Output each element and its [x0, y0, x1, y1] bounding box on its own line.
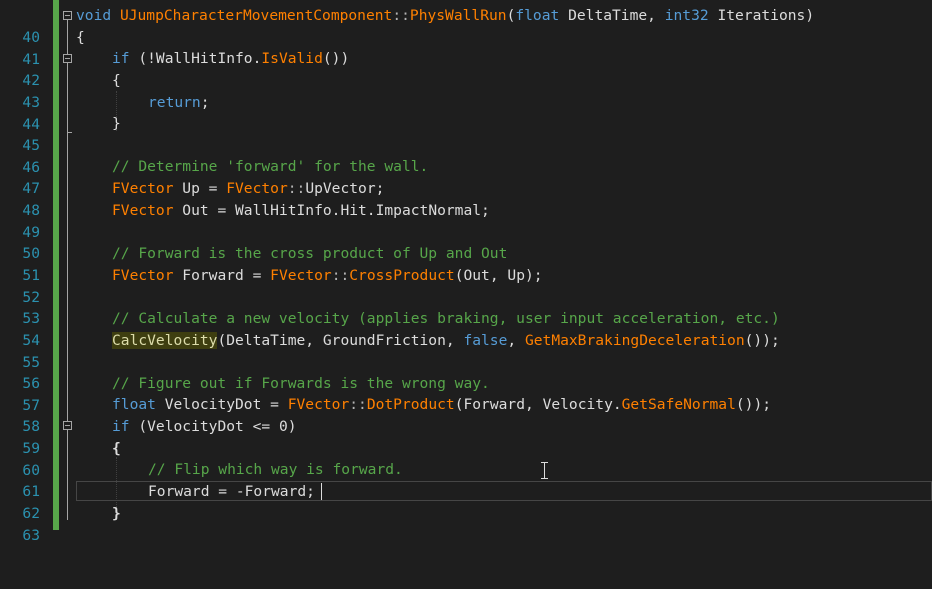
code-line-59: 59 if (VelocityDot <= 0): [0, 416, 932, 457]
code-line-51: 51 // Forward is the cross product of Up…: [0, 243, 932, 284]
code-line-61: 61 // Flip which way is forward.: [0, 459, 932, 500]
token-type: FVector: [112, 267, 174, 284]
token-text: VelocityDot =: [155, 396, 288, 413]
token-keyword: if: [112, 418, 130, 435]
code-line-63: 63 }: [0, 503, 932, 544]
token-text: UpVector;: [305, 180, 385, 197]
line-number: 63: [22, 526, 40, 544]
token-comment: // Flip which way is forward.: [148, 461, 403, 478]
code-line-53: 53: [0, 286, 932, 327]
code-line-45: 45 }: [0, 113, 932, 154]
token-type: FVector: [226, 180, 288, 197]
token-function-name: PhysWallRun: [409, 7, 507, 24]
token-text: ,: [507, 332, 525, 349]
token-text: Up =: [173, 180, 227, 197]
token-brace: }: [112, 505, 121, 522]
code-line-46: 46: [0, 135, 932, 176]
token-brace: {: [76, 29, 85, 46]
token-function-name: IsValid: [261, 50, 323, 67]
token-type: FVector: [112, 202, 174, 219]
text-caret: [321, 483, 322, 500]
token-keyword: float: [112, 396, 156, 413]
token-type: FVector: [270, 267, 332, 284]
token-brace: {: [112, 440, 121, 457]
token-keyword: false: [463, 332, 508, 349]
code-line-43: 43 {: [0, 70, 932, 111]
token-comment: // Forward is the cross product of Up an…: [112, 245, 508, 262]
code-line-44: 44 return;: [0, 92, 932, 133]
token-text: ;: [200, 94, 210, 111]
token-text: Iterations): [708, 7, 815, 24]
token-function-name: CrossProduct: [349, 267, 455, 284]
code-line-49: 49 FVector Out = WallHitInfo.Hit.ImpactN…: [0, 200, 932, 241]
token-scope-operator: ::: [287, 180, 306, 197]
code-line-60: 60 {: [0, 438, 932, 479]
token-class-name: UJumpCharacterMovementComponent: [119, 7, 393, 24]
code-line-58: 58 float VelocityDot = FVector::DotProdu…: [0, 394, 932, 435]
token-type: FVector: [287, 396, 350, 413]
token-scope-operator: ::: [392, 7, 410, 24]
token-comment: // Determine 'forward' for the wall.: [112, 158, 429, 175]
token-text: (Out, Up);: [454, 267, 543, 284]
token-text: Forward = -Forward;: [148, 483, 315, 500]
token-comment: // Figure out if Forwards is the wrong w…: [112, 375, 490, 392]
token-text: (Forward, Velocity.: [454, 396, 622, 413]
token-scope-operator: ::: [331, 267, 350, 284]
code-line-52: 52 FVector Forward = FVector::CrossProdu…: [0, 265, 932, 306]
token-scope-operator: ::: [349, 396, 367, 413]
code-line-56: 56: [0, 351, 932, 392]
code-line-41: 41 {: [0, 27, 932, 68]
code-line-54: 54 // Calculate a new velocity (applies …: [0, 308, 932, 349]
token-function-name: GetSafeNormal: [621, 396, 736, 413]
token-function-name: GetMaxBrakingDeceleration: [524, 332, 745, 349]
ibeam-cursor-icon: [540, 462, 549, 479]
token-brace: {: [112, 72, 121, 89]
code-line-42: 42 if (!WallHitInfo.IsValid()): [0, 48, 932, 89]
token-text: ());: [744, 332, 780, 349]
token-text: (DeltaTime, GroundFriction,: [217, 332, 464, 349]
token-text: (!WallHitInfo.: [129, 50, 262, 67]
code-line-55: 55 CalcVelocity(DeltaTime, GroundFrictio…: [0, 330, 932, 371]
code-line-62[interactable]: 62 Forward = -Forward;: [0, 481, 932, 522]
token-type: FVector: [112, 180, 174, 197]
token-function-name: DotProduct: [366, 396, 455, 413]
code-line-47: 47 // Determine 'forward' for the wall.: [0, 156, 932, 197]
token-text: (VelocityDot <= 0): [129, 418, 297, 435]
token-text: Forward =: [173, 267, 271, 284]
token-keyword: int32: [664, 7, 709, 24]
token-keyword: float: [515, 7, 560, 24]
code-line-40: 40 void UJumpCharacterMovementComponent:…: [0, 5, 932, 46]
code-editor[interactable]: 40 void UJumpCharacterMovementComponent:…: [0, 0, 932, 544]
token-keyword: void: [76, 7, 112, 24]
token-comment: // Calculate a new velocity (applies bra…: [112, 310, 780, 327]
token-text: Out = WallHitInfo.Hit.ImpactNormal;: [173, 202, 490, 219]
code-line-48: 48 FVector Up = FVector::UpVector;: [0, 178, 932, 219]
token-highlighted-reference: CalcVelocity: [112, 332, 218, 349]
token-text: ()): [322, 50, 350, 67]
code-line-50: 50: [0, 221, 932, 262]
token-text: ());: [735, 396, 772, 413]
token-text: DeltaTime,: [559, 7, 665, 24]
token-keyword: if: [112, 50, 130, 67]
token-keyword: return: [148, 94, 201, 111]
code-line-57: 57 // Figure out if Forwards is the wron…: [0, 373, 932, 414]
token-brace: }: [112, 115, 121, 132]
